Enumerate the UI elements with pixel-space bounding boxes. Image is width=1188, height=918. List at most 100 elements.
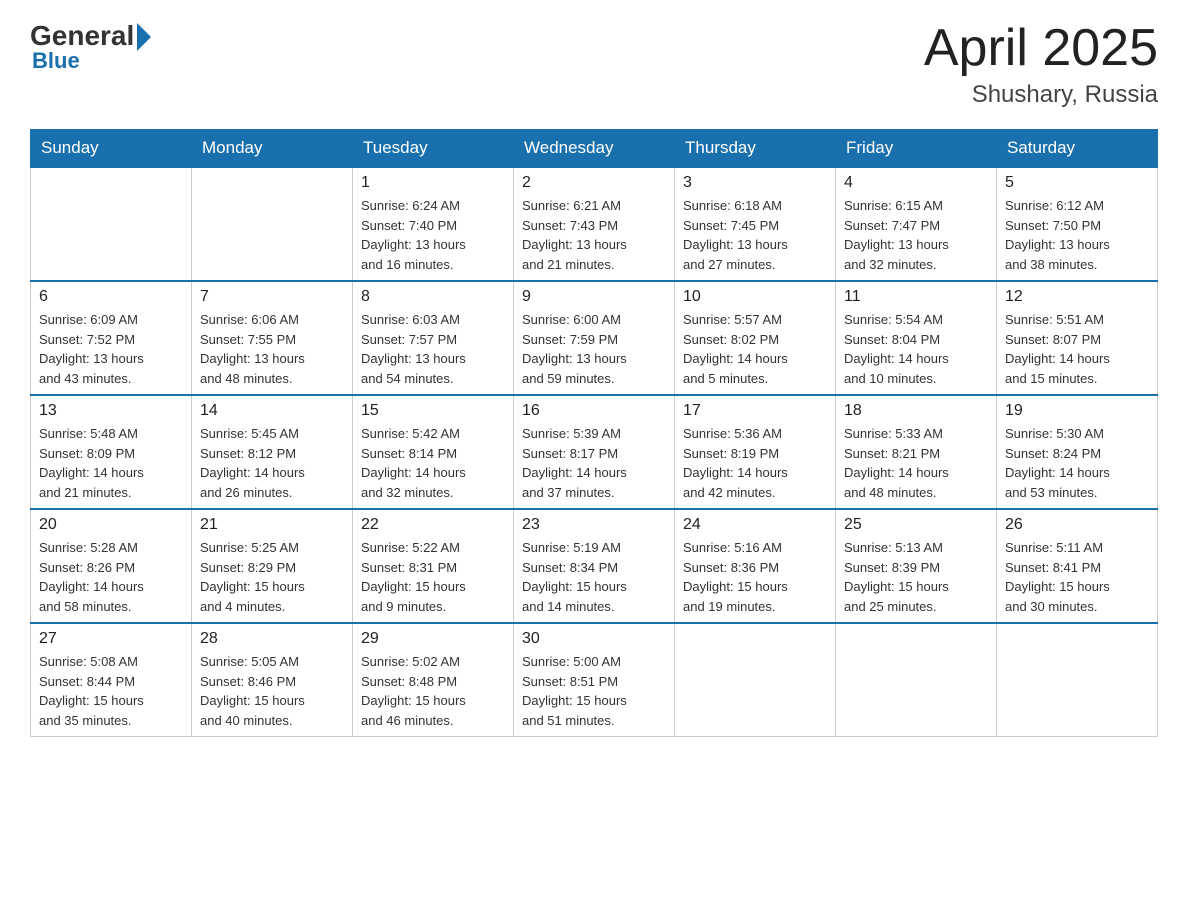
calendar-day-cell: 30 Sunrise: 5:00 AM Sunset: 8:51 PM Dayli… — [514, 623, 675, 737]
calendar-day-cell: 8 Sunrise: 6:03 AM Sunset: 7:57 PM Daylig… — [353, 281, 514, 395]
day-number: 5 — [1005, 174, 1149, 192]
title-area: April 2025 Shushary, Russia — [924, 20, 1158, 109]
day-info: Sunrise: 5:48 AM Sunset: 8:09 PM Dayligh… — [39, 424, 183, 502]
col-thursday: Thursday — [675, 130, 836, 168]
calendar-day-cell — [675, 623, 836, 737]
calendar-day-cell — [997, 623, 1158, 737]
day-number: 7 — [200, 288, 344, 306]
calendar-day-cell: 16Sunrise: 5:39 AM Sunset: 8:17 PM Dayli… — [514, 395, 675, 509]
calendar-day-cell: 11 Sunrise: 5:54 AM Sunset: 8:04 PM Dayli… — [836, 281, 997, 395]
calendar-week-row: 20Sunrise: 5:28 AM Sunset: 8:26 PM Dayli… — [31, 509, 1158, 623]
calendar-day-cell: 10 Sunrise: 5:57 AM Sunset: 8:02 PM Dayli… — [675, 281, 836, 395]
col-sunday: Sunday — [31, 130, 192, 168]
calendar-table: Sunday Monday Tuesday Wednesday Thursday… — [30, 129, 1158, 737]
calendar-day-cell: 12 Sunrise: 5:51 AM Sunset: 8:07 PM Dayli… — [997, 281, 1158, 395]
calendar-day-cell: 3 Sunrise: 6:18 AM Sunset: 7:45 PM Daylig… — [675, 167, 836, 281]
day-number: 18 — [844, 402, 988, 420]
calendar-day-cell: 28 Sunrise: 5:05 AM Sunset: 8:46 PM Dayli… — [192, 623, 353, 737]
calendar-day-cell: 23 Sunrise: 5:19 AM Sunset: 8:34 PM Dayli… — [514, 509, 675, 623]
day-number: 26 — [1005, 516, 1149, 534]
day-info: Sunrise: 5:42 AM Sunset: 8:14 PM Dayligh… — [361, 424, 505, 502]
day-info: Sunrise: 5:30 AM Sunset: 8:24 PM Dayligh… — [1005, 424, 1149, 502]
day-info: Sunrise: 6:24 AM Sunset: 7:40 PM Dayligh… — [361, 196, 505, 274]
calendar-day-cell: 6Sunrise: 6:09 AM Sunset: 7:52 PM Daylig… — [31, 281, 192, 395]
day-number: 3 — [683, 174, 827, 192]
day-info: Sunrise: 6:12 AM Sunset: 7:50 PM Dayligh… — [1005, 196, 1149, 274]
calendar-day-cell: 1Sunrise: 6:24 AM Sunset: 7:40 PM Daylig… — [353, 167, 514, 281]
col-friday: Friday — [836, 130, 997, 168]
day-info: Sunrise: 6:00 AM Sunset: 7:59 PM Dayligh… — [522, 310, 666, 388]
day-number: 2 — [522, 174, 666, 192]
day-info: Sunrise: 5:28 AM Sunset: 8:26 PM Dayligh… — [39, 538, 183, 616]
calendar-week-row: 27 Sunrise: 5:08 AM Sunset: 8:44 PM Dayli… — [31, 623, 1158, 737]
day-number: 10 — [683, 288, 827, 306]
logo: General Blue — [30, 20, 151, 74]
day-info: Sunrise: 5:02 AM Sunset: 8:48 PM Dayligh… — [361, 652, 505, 730]
calendar-week-row: 1Sunrise: 6:24 AM Sunset: 7:40 PM Daylig… — [31, 167, 1158, 281]
day-info: Sunrise: 5:33 AM Sunset: 8:21 PM Dayligh… — [844, 424, 988, 502]
calendar-day-cell: 17Sunrise: 5:36 AM Sunset: 8:19 PM Dayli… — [675, 395, 836, 509]
day-number: 22 — [361, 516, 505, 534]
calendar-day-cell — [192, 167, 353, 281]
day-number: 25 — [844, 516, 988, 534]
day-number: 24 — [683, 516, 827, 534]
day-number: 29 — [361, 630, 505, 648]
day-info: Sunrise: 5:25 AM Sunset: 8:29 PM Dayligh… — [200, 538, 344, 616]
calendar-week-row: 6Sunrise: 6:09 AM Sunset: 7:52 PM Daylig… — [31, 281, 1158, 395]
day-info: Sunrise: 5:57 AM Sunset: 8:02 PM Dayligh… — [683, 310, 827, 388]
day-info: Sunrise: 6:03 AM Sunset: 7:57 PM Dayligh… — [361, 310, 505, 388]
col-tuesday: Tuesday — [353, 130, 514, 168]
logo-arrow-icon — [137, 23, 151, 51]
calendar-header-row: Sunday Monday Tuesday Wednesday Thursday… — [31, 130, 1158, 168]
day-info: Sunrise: 5:13 AM Sunset: 8:39 PM Dayligh… — [844, 538, 988, 616]
day-number: 12 — [1005, 288, 1149, 306]
day-info: Sunrise: 6:15 AM Sunset: 7:47 PM Dayligh… — [844, 196, 988, 274]
col-wednesday: Wednesday — [514, 130, 675, 168]
day-info: Sunrise: 5:22 AM Sunset: 8:31 PM Dayligh… — [361, 538, 505, 616]
day-info: Sunrise: 5:54 AM Sunset: 8:04 PM Dayligh… — [844, 310, 988, 388]
day-number: 9 — [522, 288, 666, 306]
day-number: 30 — [522, 630, 666, 648]
day-info: Sunrise: 5:05 AM Sunset: 8:46 PM Dayligh… — [200, 652, 344, 730]
calendar-day-cell: 27 Sunrise: 5:08 AM Sunset: 8:44 PM Dayli… — [31, 623, 192, 737]
calendar-day-cell: 20Sunrise: 5:28 AM Sunset: 8:26 PM Dayli… — [31, 509, 192, 623]
day-number: 14 — [200, 402, 344, 420]
col-saturday: Saturday — [997, 130, 1158, 168]
day-number: 19 — [1005, 402, 1149, 420]
day-number: 4 — [844, 174, 988, 192]
calendar-day-cell: 2 Sunrise: 6:21 AM Sunset: 7:43 PM Daylig… — [514, 167, 675, 281]
calendar-day-cell: 22 Sunrise: 5:22 AM Sunset: 8:31 PM Dayli… — [353, 509, 514, 623]
calendar-week-row: 13 Sunrise: 5:48 AM Sunset: 8:09 PM Dayli… — [31, 395, 1158, 509]
day-info: Sunrise: 6:06 AM Sunset: 7:55 PM Dayligh… — [200, 310, 344, 388]
day-info: Sunrise: 5:11 AM Sunset: 8:41 PM Dayligh… — [1005, 538, 1149, 616]
calendar-day-cell: 26 Sunrise: 5:11 AM Sunset: 8:41 PM Dayli… — [997, 509, 1158, 623]
day-number: 15 — [361, 402, 505, 420]
day-info: Sunrise: 5:39 AM Sunset: 8:17 PM Dayligh… — [522, 424, 666, 502]
calendar-day-cell: 19 Sunrise: 5:30 AM Sunset: 8:24 PM Dayli… — [997, 395, 1158, 509]
day-info: Sunrise: 6:21 AM Sunset: 7:43 PM Dayligh… — [522, 196, 666, 274]
day-number: 28 — [200, 630, 344, 648]
calendar-day-cell: 18 Sunrise: 5:33 AM Sunset: 8:21 PM Dayli… — [836, 395, 997, 509]
day-info: Sunrise: 5:00 AM Sunset: 8:51 PM Dayligh… — [522, 652, 666, 730]
day-info: Sunrise: 6:18 AM Sunset: 7:45 PM Dayligh… — [683, 196, 827, 274]
day-number: 8 — [361, 288, 505, 306]
calendar-day-cell — [836, 623, 997, 737]
calendar-day-cell: 5 Sunrise: 6:12 AM Sunset: 7:50 PM Daylig… — [997, 167, 1158, 281]
col-monday: Monday — [192, 130, 353, 168]
calendar-day-cell: 15 Sunrise: 5:42 AM Sunset: 8:14 PM Dayli… — [353, 395, 514, 509]
calendar-day-cell: 4 Sunrise: 6:15 AM Sunset: 7:47 PM Daylig… — [836, 167, 997, 281]
day-number: 21 — [200, 516, 344, 534]
day-info: Sunrise: 5:19 AM Sunset: 8:34 PM Dayligh… — [522, 538, 666, 616]
calendar-day-cell: 21 Sunrise: 5:25 AM Sunset: 8:29 PM Dayli… — [192, 509, 353, 623]
day-number: 23 — [522, 516, 666, 534]
day-number: 27 — [39, 630, 183, 648]
day-info: Sunrise: 6:09 AM Sunset: 7:52 PM Dayligh… — [39, 310, 183, 388]
day-info: Sunrise: 5:08 AM Sunset: 8:44 PM Dayligh… — [39, 652, 183, 730]
day-info: Sunrise: 5:36 AM Sunset: 8:19 PM Dayligh… — [683, 424, 827, 502]
page-header: General Blue April 2025 Shushary, Russia — [30, 20, 1158, 109]
day-number: 13 — [39, 402, 183, 420]
month-title: April 2025 — [924, 20, 1158, 77]
day-info: Sunrise: 5:51 AM Sunset: 8:07 PM Dayligh… — [1005, 310, 1149, 388]
day-info: Sunrise: 5:16 AM Sunset: 8:36 PM Dayligh… — [683, 538, 827, 616]
day-number: 11 — [844, 288, 988, 306]
